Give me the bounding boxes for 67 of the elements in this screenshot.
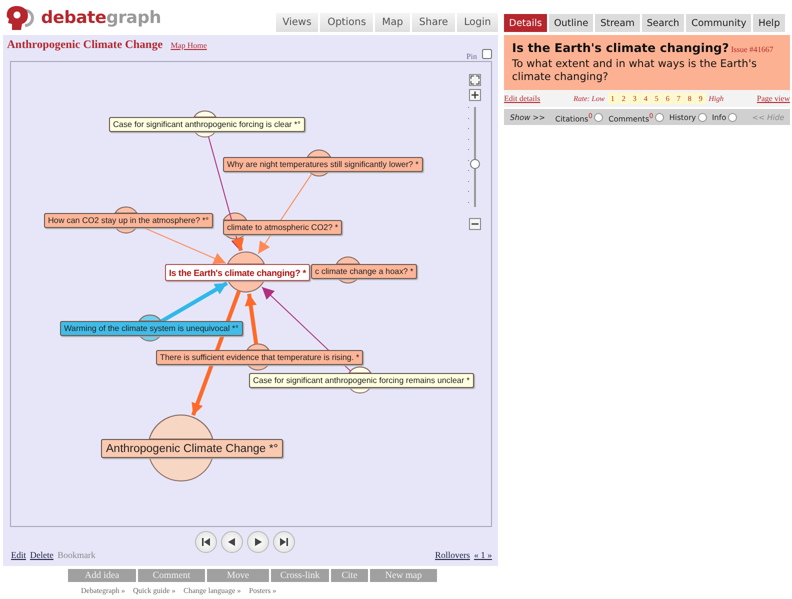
issue-number: Issue #41667	[730, 45, 774, 54]
zoom-in-icon[interactable]	[469, 89, 481, 101]
node-circle-top[interactable]	[227, 252, 265, 264]
nav-tab[interactable]: Login	[457, 13, 498, 32]
node-label[interactable]: How can CO2 stay up in the atmosphere? *°	[44, 213, 213, 228]
pin-checkbox[interactable]	[482, 49, 492, 59]
play-button[interactable]	[246, 531, 268, 553]
node-label[interactable]: Case for significant anthropogenic forcing is clear *°	[109, 117, 305, 132]
option-radio[interactable]	[655, 112, 664, 122]
panel-tab[interactable]: Community	[686, 14, 752, 32]
nav-tab[interactable]: Views	[276, 13, 318, 32]
back-icon	[226, 537, 236, 547]
map-home-link[interactable]: Map Home	[170, 41, 207, 50]
pin-label: Pin	[466, 52, 477, 60]
play-icon	[252, 537, 262, 547]
edit-link[interactable]: Delete	[30, 550, 54, 560]
logo-text: debategraph	[41, 8, 161, 28]
edit-details-link[interactable]: Edit details	[504, 94, 540, 104]
node-label[interactable]: Why are night temperatures still significantly lower? *	[223, 157, 423, 172]
option-radio[interactable]	[728, 112, 738, 122]
panel-tab[interactable]: Search	[642, 14, 684, 32]
fit-screen-icon[interactable]	[469, 74, 481, 86]
node-label[interactable]: Warming of the climate system is unequivocal *°	[60, 321, 243, 336]
node-label[interactable]: c climate change a hoax? *	[311, 264, 418, 279]
first-button[interactable]	[194, 531, 216, 553]
previous-button[interactable]	[220, 531, 242, 553]
zoom-thumb[interactable]	[470, 158, 480, 169]
zoom-out-icon[interactable]	[469, 218, 481, 230]
page-view-link[interactable]: Page view	[756, 94, 790, 104]
option-radio[interactable]	[594, 112, 604, 122]
panel-tab[interactable]: Details	[504, 14, 547, 32]
node-circle-top[interactable]	[114, 206, 138, 214]
pager-link[interactable]: « 1 »	[474, 550, 492, 560]
node-label[interactable]: Is the Earth's climate changing? *	[165, 264, 310, 281]
node-circle-top[interactable]	[306, 150, 332, 158]
zoom-slider[interactable]	[468, 107, 482, 209]
node-circle-top[interactable]	[148, 414, 214, 440]
panel-tab[interactable]: Outline	[548, 14, 594, 32]
node-label[interactable]: climate to atmospheric CO2? *	[223, 220, 342, 235]
node-circle-bottom[interactable]	[115, 228, 137, 234]
panel-tab[interactable]: Help	[753, 14, 785, 32]
option-radio[interactable]	[698, 112, 707, 122]
nav-tab[interactable]: Options	[320, 13, 374, 32]
node-label[interactable]: There is sufficient evidence that temperature is rising. *	[156, 350, 364, 365]
node-label[interactable]: Case for significant anthropogenic forcing remains unclear *	[249, 373, 474, 388]
node-circle-top[interactable]	[246, 344, 270, 350]
node-circle-bottom[interactable]	[149, 458, 213, 482]
node-circle-bottom[interactable]	[349, 388, 371, 394]
node-circle-bottom[interactable]	[139, 336, 161, 342]
node-circle-bottom[interactable]	[228, 280, 264, 292]
nav-tab[interactable]: Map	[375, 13, 410, 32]
last-button[interactable]	[272, 531, 294, 553]
node-label[interactable]: Anthropogenic Climate Change *°	[101, 439, 284, 458]
node-circle-top[interactable]	[194, 110, 216, 118]
edit-link[interactable]: Edit	[11, 550, 26, 560]
skip-forward-icon	[278, 537, 288, 547]
node-circle-top[interactable]	[348, 366, 372, 374]
panel-tab[interactable]: Stream	[595, 14, 640, 32]
map-title: Anthropogenic Climate Change	[7, 39, 163, 51]
issue-title: Is the Earth's climate changing?	[512, 41, 729, 55]
rollovers-link[interactable]: Rollovers	[435, 550, 470, 560]
issue-description: To what extent and in what ways is the Earth's climate changing?	[512, 58, 758, 84]
nav-tab[interactable]: Share	[412, 13, 456, 32]
skip-back-icon	[200, 537, 210, 547]
node-circle-bottom[interactable]	[247, 364, 269, 370]
node-circle-top[interactable]	[336, 256, 360, 264]
node-circle-top[interactable]	[138, 314, 162, 322]
